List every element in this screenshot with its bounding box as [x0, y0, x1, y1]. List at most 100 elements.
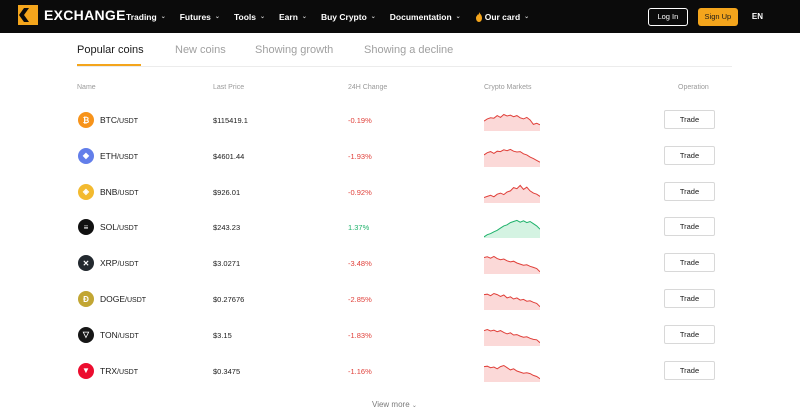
sparkline-chart — [484, 364, 540, 382]
last-price: $3.15 — [213, 330, 232, 340]
nav-futures[interactable]: Futures ⌄ — [180, 12, 220, 22]
tab-new-coins[interactable]: New coins — [175, 44, 226, 56]
tab-popular-coins[interactable]: Popular coins — [77, 44, 144, 56]
coin-base: TON — [100, 329, 118, 340]
coin-base: BNB — [100, 186, 118, 197]
coin-pair[interactable]: BTC/USDT — [100, 115, 138, 125]
coin-pair[interactable]: BNB/USDT — [100, 187, 138, 197]
table-row: ≡ SOL/USDT $243.23 1.37% Trade — [0, 209, 800, 245]
change-24h: -1.83% — [348, 330, 372, 340]
nav-label: Earn — [279, 11, 298, 22]
signup-button[interactable]: Sign Up — [697, 7, 738, 26]
coin-glyph: ✕ — [82, 258, 90, 268]
view-more-link[interactable]: View more ⌄ — [372, 400, 417, 409]
nav-actions: Log In Sign Up EN — [647, 0, 800, 33]
coin-glyph: Ð — [83, 294, 89, 304]
coin-base: BTC — [100, 115, 117, 125]
flame-icon — [475, 11, 482, 22]
coin-pair[interactable]: DOGE/USDT — [100, 294, 146, 304]
table-row: ◈ BNB/USDT $926.01 -0.92% Trade — [0, 174, 800, 210]
coin-base: XRP — [100, 258, 118, 269]
sol-icon: ≡ — [78, 219, 94, 236]
nav-our-card[interactable]: Our card ⌄ — [475, 11, 530, 22]
coin-glyph: ▼ — [82, 366, 90, 376]
sparkline-chart — [484, 256, 540, 275]
tab-showing-growth[interactable]: Showing growth — [255, 44, 333, 56]
change-24h: 1.37% — [348, 223, 370, 233]
sparkline-chart — [484, 148, 540, 167]
main-nav: Trading ⌄ Futures ⌄ Tools ⌄ Earn ⌄ Buy Crypto ⌄ Do… — [126, 0, 543, 33]
last-price: $0.27676 — [213, 295, 245, 304]
coin-quote: /USDT — [117, 261, 139, 269]
trade-button[interactable]: Trade — [664, 289, 715, 308]
column-header-name: Name — [77, 84, 96, 91]
nav-earn[interactable]: Earn ⌄ — [279, 12, 307, 22]
sparkline-area — [484, 184, 540, 203]
trade-button[interactable]: Trade — [664, 324, 715, 344]
nav-label: Buy Crypto — [320, 11, 367, 22]
change-24h: -1.93% — [348, 151, 372, 161]
coin-base: ETH — [100, 150, 117, 161]
trx-icon: ▼ — [78, 362, 94, 379]
language-selector[interactable]: EN — [752, 12, 763, 21]
coin-quote: /USDT — [125, 297, 147, 304]
login-button[interactable]: Log In — [647, 7, 688, 26]
trade-button[interactable]: Trade — [664, 110, 715, 129]
nav-label: Trading — [126, 11, 157, 22]
chevron-down-icon: ⌄ — [524, 14, 530, 20]
table-row: ₿ BTC/USDT $115419.1 -0.19% Trade — [0, 102, 800, 138]
nav-label: Tools — [233, 11, 256, 22]
coin-pair[interactable]: TON/USDT — [100, 330, 139, 340]
sparkline-chart — [484, 184, 540, 203]
nav-buy-crypto[interactable]: Buy Crypto ⌄ — [321, 12, 376, 22]
active-tab-indicator — [77, 64, 141, 66]
nav-trading[interactable]: Trading ⌄ — [126, 12, 166, 22]
sparkline-area — [484, 329, 540, 346]
trade-button[interactable]: Trade — [664, 217, 715, 237]
chevron-down-icon: ⌄ — [411, 403, 417, 409]
coin-glyph: ◈ — [82, 187, 90, 197]
trade-button[interactable]: Trade — [664, 181, 715, 201]
trade-button[interactable]: Trade — [664, 360, 715, 380]
last-price: $0.3475 — [213, 366, 241, 376]
xrp-icon: ✕ — [78, 255, 94, 272]
nav-label: Our card — [484, 11, 521, 22]
change-24h: -1.16% — [348, 366, 372, 376]
btc-icon: ₿ — [78, 112, 94, 128]
sparkline-chart — [484, 113, 540, 131]
table-row: ◆ ETH/USDT $4601.44 -1.93% Trade — [0, 138, 800, 174]
chevron-down-icon: ⌄ — [455, 14, 461, 20]
table-row: ▽ TON/USDT $3.15 -1.83% Trade — [0, 317, 800, 353]
coin-quote: /USDT — [117, 225, 139, 233]
trade-button[interactable]: Trade — [664, 145, 715, 165]
last-price: $243.23 — [213, 223, 241, 233]
coin-pair[interactable]: TRX/USDT — [100, 366, 138, 376]
tab-showing-decline[interactable]: Showing a decline — [364, 44, 453, 56]
table-row: ✕ XRP/USDT $3.0271 -3.48% Trade — [0, 245, 800, 281]
nav-tools[interactable]: Tools ⌄ — [234, 12, 265, 22]
chevron-down-icon: ⌄ — [214, 14, 220, 20]
nav-label: Futures — [179, 11, 211, 22]
change-24h: -2.85% — [348, 295, 372, 304]
coin-base: TRX — [100, 365, 117, 376]
coin-pair[interactable]: XRP/USDT — [100, 258, 138, 268]
last-price: $3.0271 — [213, 259, 241, 269]
change-24h: -3.48% — [348, 259, 372, 269]
coin-pair[interactable]: ETH/USDT — [100, 151, 138, 161]
last-price: $926.01 — [213, 187, 241, 197]
top-navbar: EXCHANGE Trading ⌄ Futures ⌄ Tools ⌄ Earn ⌄ Buy … — [0, 0, 800, 33]
doge-icon: Ð — [78, 291, 94, 307]
trade-button[interactable]: Trade — [664, 253, 715, 273]
column-header-crypto-markets: Crypto Markets — [484, 84, 532, 91]
nav-documentation[interactable]: Documentation ⌄ — [390, 12, 461, 22]
coin-quote: /USDT — [117, 368, 138, 376]
table-row: ▼ TRX/USDT $0.3475 -1.16% Trade — [0, 353, 800, 389]
coin-pair[interactable]: SOL/USDT — [100, 222, 138, 232]
brand-logo[interactable]: EXCHANGE — [18, 5, 126, 25]
coin-tabs: Popular coins New coins Showing growth S… — [77, 33, 732, 67]
chevron-down-icon: ⌄ — [301, 14, 307, 20]
last-price: $4601.44 — [213, 151, 245, 161]
column-header-24h-change: 24H Change — [348, 84, 388, 91]
change-24h: -0.19% — [348, 116, 372, 125]
coin-quote: /USDT — [117, 332, 139, 340]
